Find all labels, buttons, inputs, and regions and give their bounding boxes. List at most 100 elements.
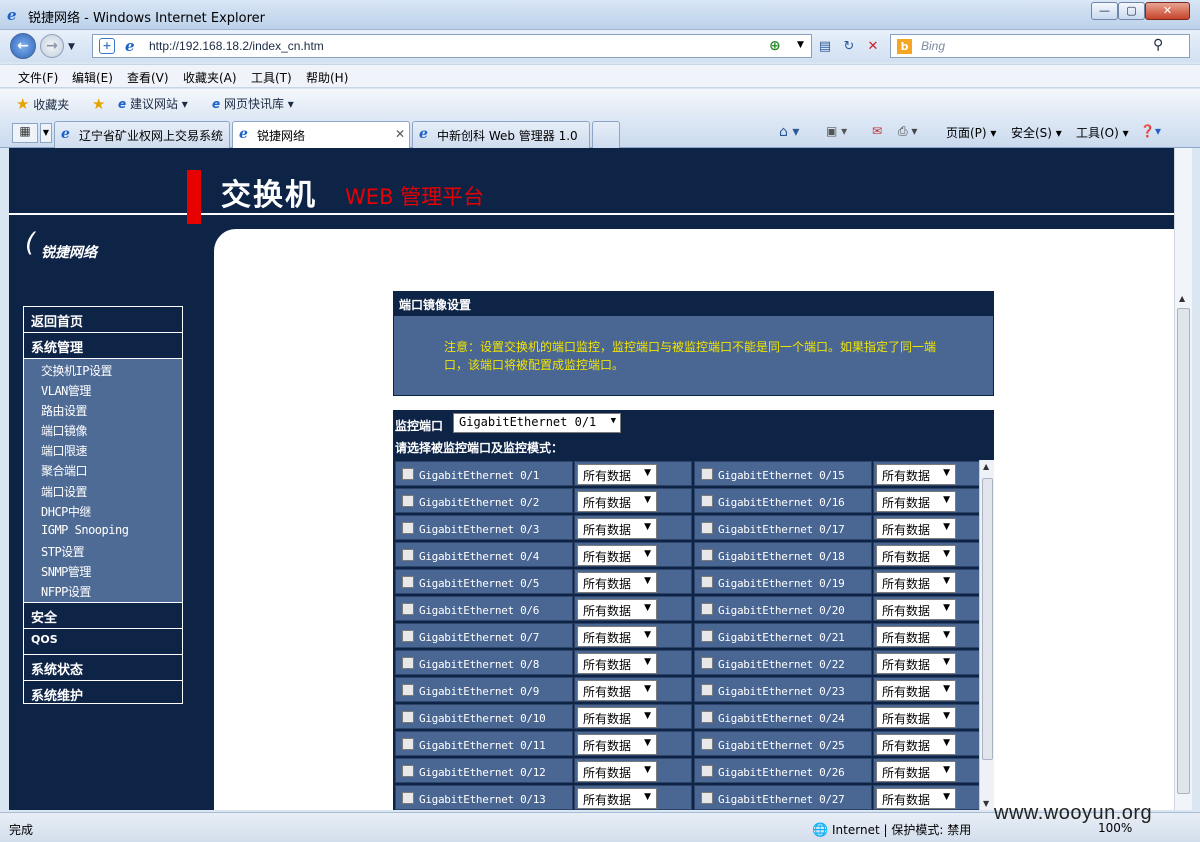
monitor-mode-select[interactable]: 所有数据 ▼ [577,680,657,701]
security-zone[interactable]: 🌐 Internet | 保护模式: 禁用 [812,821,971,838]
sidebar-item-port-mirror[interactable]: 端口镜像 [24,420,182,440]
port-checkbox[interactable] [701,468,713,480]
monitor-mode-select[interactable]: 所有数据 ▼ [876,761,956,782]
menu-tools[interactable]: 工具(T) [251,69,292,86]
port-checkbox[interactable] [701,630,713,642]
close-window-button[interactable]: ✕ [1145,2,1190,20]
print-icon[interactable]: ⎙ ▾ [898,124,917,139]
sidebar-item-igmp[interactable]: IGMP Snooping [24,521,182,541]
tab-mining-rights[interactable]: e 辽宁省矿业权网上交易系统 [54,121,230,148]
sidebar-item-aggregate[interactable]: 聚合端口 [24,460,182,480]
forward-button[interactable]: → [40,34,64,58]
back-button[interactable]: ← [10,33,36,59]
sidebar-item-port-settings[interactable]: 端口设置 [24,481,182,501]
history-dropdown-icon[interactable]: ▼ [68,42,75,52]
monitor-mode-select[interactable]: 所有数据 ▼ [577,653,657,674]
stop-icon[interactable]: ✕ [864,38,882,56]
monitor-mode-select[interactable]: 所有数据 ▼ [577,599,657,620]
monitor-mode-select[interactable]: 所有数据 ▼ [876,653,956,674]
port-grid-scrollbar[interactable]: ▲ ▼ [979,460,994,810]
home-icon[interactable]: ⌂ ▾ [779,124,799,140]
scroll-up-icon[interactable]: ▲ [1179,294,1185,303]
sidebar-item-nfpp[interactable]: NFPP设置 [24,581,182,601]
monitor-mode-select[interactable]: 所有数据 ▼ [577,518,657,539]
port-checkbox[interactable] [402,603,414,615]
monitor-mode-select[interactable]: 所有数据 ▼ [876,599,956,620]
monitor-mode-select[interactable]: 所有数据 ▼ [577,545,657,566]
monitor-mode-select[interactable]: 所有数据 ▼ [876,464,956,485]
minimize-button[interactable]: — [1091,2,1118,20]
sidebar-item-snmp[interactable]: SNMP管理 [24,561,182,581]
monitor-mode-select[interactable]: 所有数据 ▼ [577,734,657,755]
maximize-button[interactable]: ▢ [1118,2,1145,20]
monitor-mode-select[interactable]: 所有数据 ▼ [876,734,956,755]
monitor-mode-select[interactable]: 所有数据 ▼ [577,788,657,809]
sidebar-item-stp[interactable]: STP设置 [24,541,182,561]
compatibility-icon[interactable]: ⊕ [769,38,781,54]
port-checkbox[interactable] [701,684,713,696]
address-dropdown-icon[interactable]: ▼ [797,40,804,50]
port-checkbox[interactable] [402,495,414,507]
monitor-mode-select[interactable]: 所有数据 ▼ [577,626,657,647]
sidebar-item-qos[interactable]: QOS [24,629,182,656]
port-checkbox[interactable] [402,765,414,777]
monitor-mode-select[interactable]: 所有数据 ▼ [876,707,956,728]
port-checkbox[interactable] [402,738,414,750]
menu-favorites[interactable]: 收藏夹(A) [183,69,237,86]
refresh-icon[interactable]: ↻ [840,38,858,56]
monitor-mode-select[interactable]: 所有数据 ▼ [577,761,657,782]
sidebar-item-system-mgmt[interactable]: 系统管理 [24,333,182,359]
page-scrollbar[interactable]: ▲ [1174,148,1192,810]
feeds-icon[interactable]: ▣ ▾ [826,124,847,138]
port-checkbox[interactable] [701,657,713,669]
page-scroll-thumb[interactable] [1177,308,1190,794]
menu-help[interactable]: 帮助(H) [306,69,348,86]
search-icon[interactable]: ⚲ [1153,37,1163,53]
port-checkbox[interactable] [701,576,713,588]
sidebar-item-maintenance[interactable]: 系统维护 [24,681,182,707]
new-tab-button[interactable] [592,121,620,148]
monitor-mode-select[interactable]: 所有数据 ▼ [876,518,956,539]
port-checkbox[interactable] [402,630,414,642]
tab-ruijie[interactable]: e 锐捷网络 ✕ [232,121,410,149]
page-menu[interactable]: 页面(P) ▾ [946,124,996,141]
port-checkbox[interactable] [701,549,713,561]
monitor-mode-select[interactable]: 所有数据 ▼ [876,572,956,593]
monitor-mode-select[interactable]: 所有数据 ▼ [876,491,956,512]
safety-menu[interactable]: 安全(S) ▾ [1011,124,1062,141]
port-checkbox[interactable] [701,711,713,723]
monitor-mode-select[interactable]: 所有数据 ▼ [876,680,956,701]
address-bar[interactable]: + e http://192.168.18.2/index_cn.htm ⊕ ▼ [92,34,812,58]
sidebar-item-routing[interactable]: 路由设置 [24,400,182,420]
monitor-port-select[interactable]: GigabitEthernet 0/1 ▼ [453,413,621,433]
monitor-mode-select[interactable]: 所有数据 ▼ [876,545,956,566]
web-slice-gallery-link[interactable]: e 网页快讯库 ▾ [212,95,294,112]
search-box[interactable]: b Bing ⚲ [890,34,1190,58]
help-icon[interactable]: ❓▾ [1140,124,1161,138]
tools-menu[interactable]: 工具(O) ▾ [1076,124,1129,141]
sidebar-item-dhcp-relay[interactable]: DHCP中继 [24,501,182,521]
port-checkbox[interactable] [402,792,414,804]
menu-view[interactable]: 查看(V) [127,69,169,86]
sidebar-item-vlan[interactable]: VLAN管理 [24,380,182,400]
sidebar-item-security[interactable]: 安全 [24,603,182,630]
menu-file[interactable]: 文件(F) [18,69,58,86]
sidebar-item-ip[interactable]: 交换机IP设置 [24,360,182,380]
tab-zhongxin[interactable]: e 中新创科 Web 管理器 1.0 [412,121,590,148]
quick-tabs-icon[interactable]: ▦ [12,123,38,143]
scroll-up-icon[interactable]: ▲ [983,462,989,471]
monitor-mode-select[interactable]: 所有数据 ▼ [577,464,657,485]
sidebar-item-rate-limit[interactable]: 端口限速 [24,440,182,460]
monitor-mode-select[interactable]: 所有数据 ▼ [876,626,956,647]
monitor-mode-select[interactable]: 所有数据 ▼ [876,788,956,809]
port-checkbox[interactable] [701,603,713,615]
sidebar-item-home[interactable]: 返回首页 [24,307,182,333]
port-checkbox[interactable] [402,711,414,723]
port-checkbox[interactable] [701,765,713,777]
port-checkbox[interactable] [402,549,414,561]
port-checkbox[interactable] [701,792,713,804]
port-checkbox[interactable] [402,522,414,534]
monitor-mode-select[interactable]: 所有数据 ▼ [577,707,657,728]
monitor-mode-select[interactable]: 所有数据 ▼ [577,491,657,512]
sidebar-item-status[interactable]: 系统状态 [24,655,182,682]
